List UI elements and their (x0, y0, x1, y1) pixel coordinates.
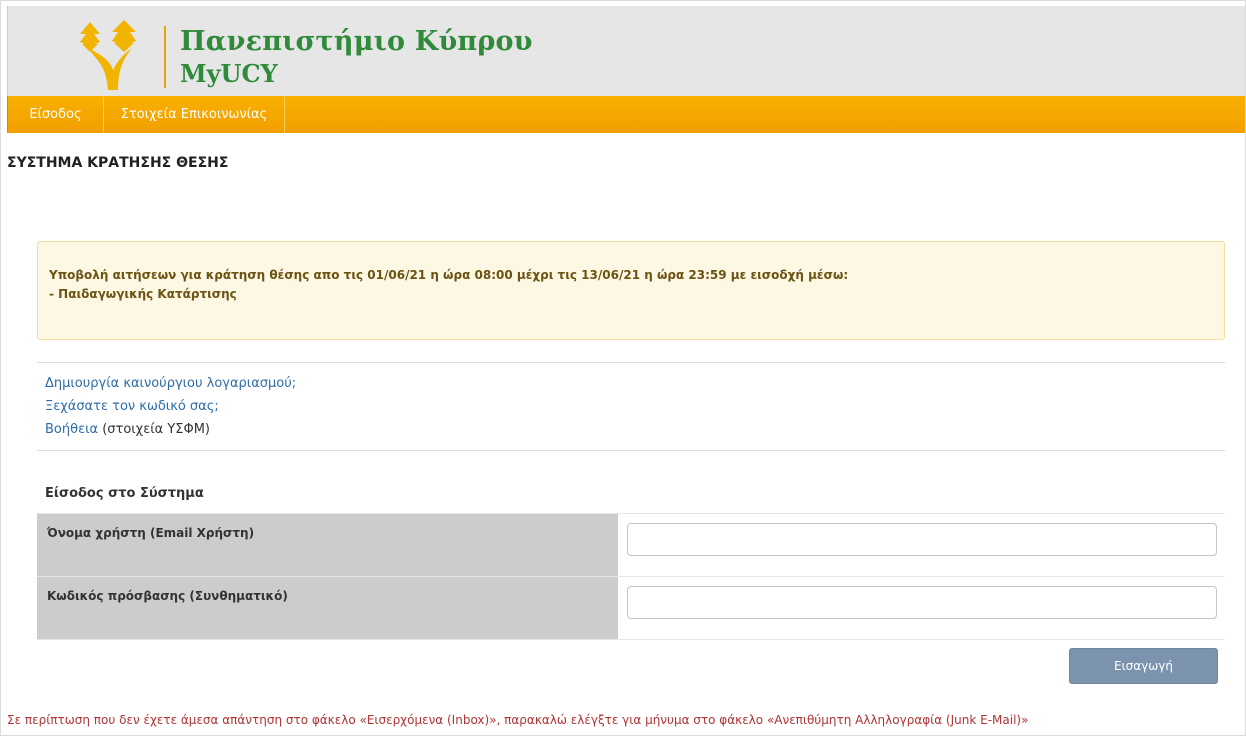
username-input[interactable] (627, 523, 1217, 556)
nav-item-login[interactable]: Είσοδος (8, 96, 103, 133)
submit-button[interactable]: Εισαγωγή (1069, 648, 1218, 684)
login-section-title: Είσοδος στο Σύστημα (45, 486, 204, 501)
username-label: Όνομα χρήστη (Email Χρήστη) (47, 526, 255, 540)
spam-folder-note: Σε περίπτωση που δεν έχετε άμεσα απάντησ… (7, 713, 1029, 727)
help-suffix: (στοιχεία ΥΣΦΜ) (98, 422, 210, 437)
nav-item-contact[interactable]: Στοιχεία Επικοινωνίας (104, 96, 284, 133)
cypress-tree-logo-icon (80, 20, 136, 90)
help-line: Βοήθεια (στοιχεία ΥΣΦΜ) (45, 422, 210, 437)
create-account-line: Δημιουργία καινούργιου λογαριασμού; (45, 376, 296, 391)
nav-separator (284, 96, 285, 133)
page-title: ΣΥΣΤΗΜΑ ΚΡΑΤΗΣΗΣ ΘΕΣΗΣ (7, 155, 229, 171)
username-label-cell: Όνομα χρήστη (Email Χρήστη) (37, 514, 618, 576)
forgot-password-link[interactable]: Ξεχάσατε τον κωδικό σας; (45, 399, 219, 414)
divider (37, 362, 1225, 363)
notice-line-2: - Παιδαγωγικής Κατάρτισης (49, 287, 237, 301)
create-account-link[interactable]: Δημιουργία καινούργιου λογαριασμού; (45, 376, 296, 391)
forgot-password-line: Ξεχάσατε τον κωδικό σας; (45, 399, 219, 414)
help-link[interactable]: Βοήθεια (45, 422, 98, 437)
form-row-bottom-line (37, 639, 1225, 640)
password-label-cell: Κωδικός πρόσβασης (Συνθηματικό) (37, 577, 618, 639)
logo-title: Πανεπιστήμιο Κύπρου (180, 26, 533, 57)
logo-subtitle: MyUCY (180, 59, 278, 88)
logo-divider (164, 26, 166, 88)
password-input[interactable] (627, 586, 1217, 619)
divider (37, 450, 1225, 451)
notice-line-1: Υποβολή αιτήσεων για κράτηση θέσης απο τ… (49, 268, 849, 282)
site-header: Πανεπιστήμιο Κύπρου MyUCY (7, 6, 1246, 96)
main-nav: Είσοδος Στοιχεία Επικοινωνίας (7, 96, 1246, 133)
notice-box: Υποβολή αιτήσεων για κράτηση θέσης απο τ… (37, 241, 1225, 340)
password-label: Κωδικός πρόσβασης (Συνθηματικό) (47, 589, 288, 603)
